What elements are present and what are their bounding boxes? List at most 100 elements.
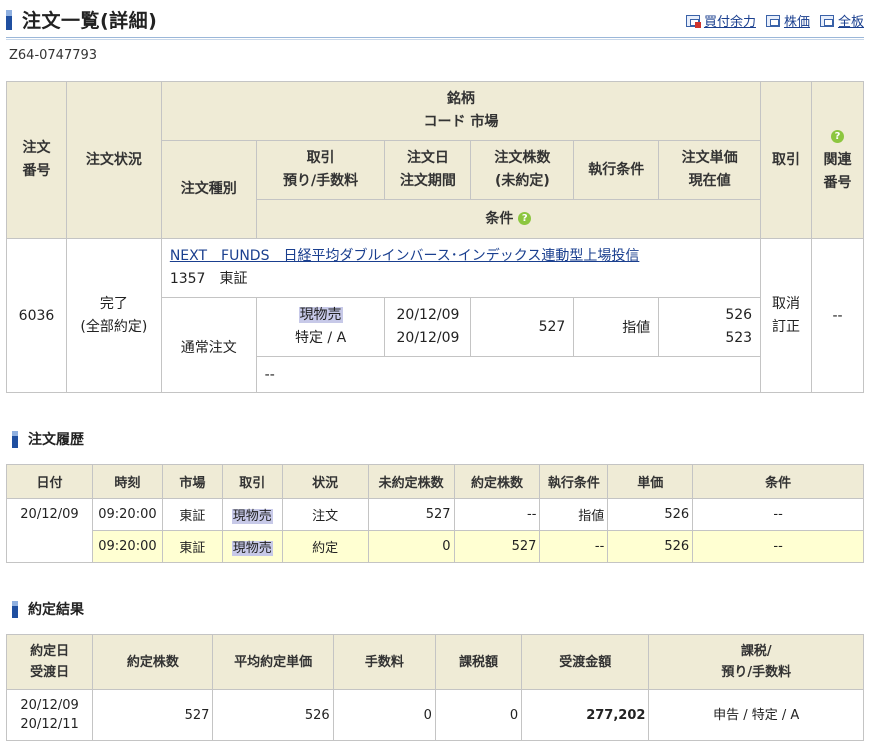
hist-col-unfilled: 未約定株数 — [367, 464, 455, 499]
col-issue: 銘柄 コード 市場 — [160, 81, 762, 141]
help-icon[interactable]: ? — [831, 130, 844, 143]
page-title: 注文一覧(詳細) — [22, 10, 158, 32]
hist-filled: -- — [453, 498, 541, 531]
col-price: 注文単価 現在値 — [658, 140, 762, 200]
order-status: 完了 (全部約定) — [65, 238, 162, 393]
res-dates: 20/12/09 20/12/11 — [5, 689, 94, 741]
hist-filled: 527 — [453, 530, 541, 563]
header-divider-light — [6, 39, 864, 40]
account-id: Z64-0747793 — [9, 48, 98, 63]
col-condition: 条件 ? — [255, 199, 762, 239]
hist-status: 注文 — [281, 498, 369, 531]
window-icon — [765, 14, 780, 27]
col-trade: 取引 預り/手数料 — [255, 140, 386, 200]
order-history-table: 日付 時刻 市場 取引 状況 未約定株数 約定株数 執行条件 単価 条件 20/… — [6, 464, 864, 563]
res-col-tax: 課税額 — [434, 634, 523, 690]
related-number: -- — [811, 238, 864, 393]
hist-col-market: 市場 — [161, 464, 223, 499]
issue-code-market: 1357 東証 — [169, 271, 248, 287]
header-divider — [6, 37, 864, 38]
hist-exec: -- — [539, 530, 609, 563]
exec-condition: 指値 — [573, 297, 660, 357]
header-links: 買付余力 株価 全板 — [685, 11, 864, 30]
action-cell: 取消 訂正 — [760, 238, 812, 393]
res-col-avg-price: 平均約定単価 — [212, 634, 334, 690]
table-row: 09:20:00 東証 現物売 約定 0 527 -- 526 -- — [6, 530, 864, 563]
help-icon[interactable]: ? — [518, 212, 532, 225]
hist-date: 20/12/09 — [6, 498, 93, 563]
col-quantity: 注文株数 (未約定) — [470, 140, 575, 200]
section-marker — [12, 601, 18, 618]
res-col-amount: 受渡金額 — [521, 634, 650, 690]
res-col-tax-custody: 課税/預り/手数料 — [648, 634, 864, 690]
hist-market: 東証 — [161, 530, 223, 563]
hist-price: 526 — [607, 530, 694, 563]
hist-col-trade: 取引 — [221, 464, 283, 499]
cancel-link[interactable]: 取消 — [772, 296, 800, 312]
hist-col-filled: 約定株数 — [453, 464, 541, 499]
hist-col-exec: 執行条件 — [539, 464, 609, 499]
hist-trade-cell: 現物売 — [221, 498, 283, 531]
execution-results-table: 約定日 受渡日 約定株数 平均約定単価 手数料 課税額 受渡金額 課税/預り/手数… — [5, 634, 864, 741]
trade-cell: 現物売 特定 / A — [255, 297, 386, 357]
order-quantity: 527 — [470, 297, 575, 357]
res-tax: 0 — [434, 689, 523, 741]
custody: 特定 / A — [294, 330, 347, 346]
hist-exec: 指値 — [539, 498, 609, 531]
hist-col-price: 単価 — [607, 464, 694, 499]
col-action: 取引 — [760, 81, 812, 239]
buying-power-label: 買付余力 — [703, 15, 756, 30]
order-detail-table: 注文 番号 注文状況 銘柄 コード 市場 取引 ? 関連 番号 注文種別 取引 預り/手… — [6, 81, 864, 393]
hist-status: 約定 — [281, 530, 369, 563]
price-cell: 526 523 — [658, 297, 762, 357]
res-amount: 277,202 — [521, 689, 650, 741]
order-dates: 20/12/09 20/12/09 — [384, 297, 472, 357]
hist-trade: 現物売 — [231, 541, 273, 556]
col-exec-cond: 執行条件 — [573, 140, 660, 200]
res-fee: 0 — [332, 689, 436, 741]
res-col-qty: 約定株数 — [92, 634, 214, 690]
res-avg-price: 526 — [212, 689, 334, 741]
trade-type: 現物売 — [298, 307, 343, 323]
hist-unfilled: 0 — [367, 530, 455, 563]
issue-cell: NEXT FUNDS 日経平均ダブルインバース･インデックス連動型上場投信 13… — [160, 238, 762, 298]
full-board-label: 全板 — [837, 15, 864, 30]
res-col-dates: 約定日 受渡日 — [5, 634, 94, 690]
hist-unfilled: 527 — [367, 498, 455, 531]
hist-time: 09:20:00 — [91, 498, 163, 531]
hist-col-cond: 条件 — [692, 464, 864, 499]
order-number: 6036 — [6, 238, 67, 393]
res-col-fee: 手数料 — [332, 634, 436, 690]
window-icon — [819, 14, 834, 27]
order-type: 通常注文 — [160, 297, 257, 393]
stock-price-link[interactable]: 株価 — [765, 11, 810, 30]
results-title: 約定結果 — [28, 602, 84, 618]
stock-price-label: 株価 — [783, 15, 810, 30]
hist-time: 09:20:00 — [91, 530, 163, 563]
modify-link[interactable]: 訂正 — [772, 319, 800, 335]
condition-value: -- — [255, 356, 762, 393]
res-tax-custody: 申告 / 特定 / A — [648, 689, 864, 741]
full-board-link[interactable]: 全板 — [819, 11, 864, 30]
hist-cond: -- — [692, 530, 864, 563]
hist-trade-cell: 現物売 — [221, 530, 283, 563]
buying-power-icon — [685, 14, 701, 28]
hist-market: 東証 — [161, 498, 223, 531]
hist-col-time: 時刻 — [91, 464, 163, 499]
table-row: 20/12/09 09:20:00 東証 現物売 注文 527 -- 指値 52… — [6, 498, 864, 563]
table-row: 20/12/09 20/12/11 527 526 0 0 277,202 申告 … — [5, 689, 864, 741]
hist-price: 526 — [607, 498, 694, 531]
col-order-type: 注文種別 — [160, 140, 257, 239]
col-order-date: 注文日 注文期間 — [384, 140, 472, 200]
hist-col-status: 状況 — [281, 464, 369, 499]
hist-cond: -- — [692, 498, 864, 531]
col-order-no: 注文 番号 — [6, 81, 67, 239]
issue-name-link[interactable]: NEXT FUNDS 日経平均ダブルインバース･インデックス連動型上場投信 — [170, 248, 640, 264]
buying-power-link[interactable]: 買付余力 — [685, 11, 756, 30]
col-status: 注文状況 — [65, 81, 162, 239]
hist-col-date: 日付 — [6, 464, 93, 499]
section-marker — [12, 431, 18, 448]
res-qty: 527 — [92, 689, 214, 741]
title-marker — [6, 10, 12, 30]
history-title: 注文履歴 — [28, 432, 84, 448]
